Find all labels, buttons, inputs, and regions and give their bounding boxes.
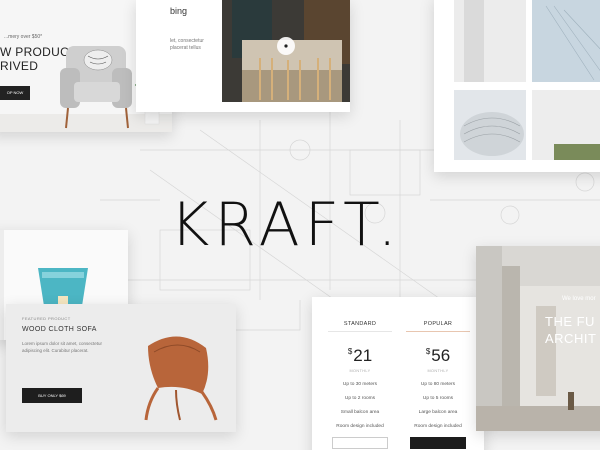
product-name: WOOD CLOTH SOFA [22,326,97,333]
plan-popular-button[interactable] [410,437,466,449]
wood-chair-photo [144,336,218,421]
interior-card: bing let, consectetur placerat tellus [136,0,350,112]
plan-feature: Room design included [414,424,462,429]
plan-popular: POPULAR $56 MONTHLY Up to 80 meters Up t… [400,297,476,449]
arch-title: THE FU ARCHIT [545,314,597,346]
pricing-card: STANDARD $21 MONTHLY Up to 30 meters Up … [312,297,484,450]
featured-product-card: FEATURED PRODUCT WOOD CLOTH SOFA Lorem i… [6,304,236,432]
plan-standard: STANDARD $21 MONTHLY Up to 30 meters Up … [322,297,398,449]
architecture-photos [454,0,600,160]
divider [406,331,470,332]
interior-desc: let, consectetur placerat tellus [170,38,204,51]
plan-period: MONTHLY [349,369,371,373]
plan-name: POPULAR [423,321,453,327]
plan-feature: Small balcon area [340,410,380,415]
architecture-hero-card: We love mor THE FU ARCHIT [476,246,600,431]
plan-price: $21 [347,346,373,365]
product-desc: Lorem ipsum dolor sit amet, consectetur … [22,341,103,353]
kraft-logo: KRAFT. [170,190,402,260]
promo-text: ...mery over $50* [4,34,43,40]
plan-name: STANDARD [343,321,377,327]
kitchen-photo [222,0,350,102]
interior-heading: bing [170,6,188,16]
plan-feature: Room design included [336,424,384,429]
plan-feature: Up to 5 rooms [422,396,454,401]
plan-feature: Large balcon area [418,410,458,415]
architecture-gallery-card [434,0,600,172]
plan-period: MONTHLY [427,369,449,373]
featured-label: FEATURED PRODUCT [22,316,71,321]
divider [328,331,392,332]
shop-now-button[interactable]: OP NOW [0,86,30,100]
plan-feature: Up to 2 rooms [344,396,376,401]
plan-feature: Up to 30 meters [342,382,378,387]
plan-feature: Up to 80 meters [420,382,456,387]
arch-tagline: We love mor [562,296,596,302]
buy-button[interactable]: BUY ONLY $69 [22,388,82,403]
plan-price: $56 [425,346,451,365]
plan-standard-button[interactable] [332,437,388,449]
